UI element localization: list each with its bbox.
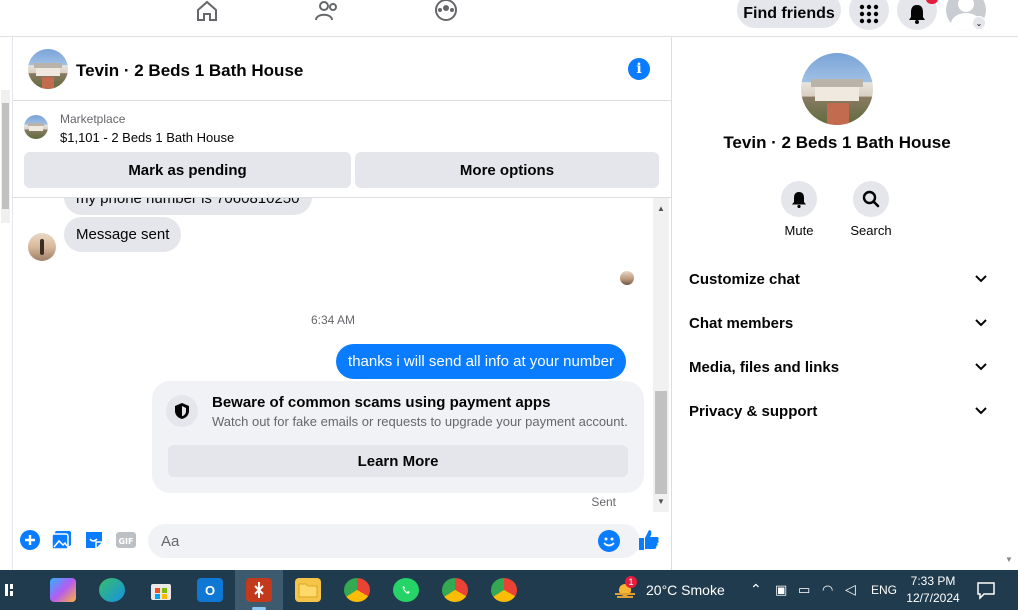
notification-center-icon[interactable] <box>976 580 996 603</box>
listing-thumbnail[interactable] <box>24 115 48 139</box>
home-icon[interactable] <box>194 0 220 22</box>
mute-label: Mute <box>784 223 814 238</box>
message-timestamp: 6:34 AM <box>310 313 356 327</box>
chevron-down-icon <box>975 405 987 417</box>
listing-price-title[interactable]: $1,101 - 2 Beds 1 Bath House <box>60 130 234 145</box>
panel-title: Tevin · 2 Beds 1 Bath House <box>723 133 951 152</box>
top-navigation-bar: Find friends ⌄ <box>0 0 1018 37</box>
scroll-down-arrow-icon[interactable]: ▼ <box>653 494 669 508</box>
wifi-icon[interactable]: ◠ <box>822 582 833 598</box>
clock-time: 7:33 PM <box>910 574 956 588</box>
mark-as-pending-button[interactable]: Mark as pending <box>24 152 351 188</box>
section-label: Privacy & support <box>689 402 818 420</box>
mute-action[interactable]: Mute <box>769 181 829 238</box>
media-files-links-section[interactable]: Media, files and links <box>689 347 987 387</box>
section-label: Customize chat <box>689 270 800 288</box>
marketplace-banner: Marketplace $1,101 - 2 Beds 1 Bath House… <box>13 102 671 198</box>
chevron-down-icon[interactable]: ⌄ <box>972 16 986 30</box>
left-gutter <box>0 37 13 570</box>
message-input[interactable]: Aa <box>148 524 640 558</box>
find-friends-button[interactable]: Find friends <box>737 0 841 28</box>
plus-icon[interactable] <box>19 529 41 551</box>
message-status: Sent <box>591 495 616 509</box>
system-clock[interactable]: 7:33 PM 12/7/2024 <box>898 573 968 607</box>
chrome-profile-2-icon[interactable] <box>491 578 517 602</box>
weather-badge: 1 <box>625 576 637 588</box>
sender-avatar[interactable] <box>28 233 56 261</box>
scam-warning-card: Beware of common scams using payment app… <box>152 381 644 493</box>
chat-title[interactable]: Tevin · 2 Beds 1 Bath House <box>76 61 303 81</box>
menu-grid-icon[interactable] <box>849 0 889 30</box>
copilot-icon[interactable] <box>50 578 76 602</box>
battery-icon[interactable]: ▭ <box>798 582 810 598</box>
chrome-profile-icon[interactable] <box>442 578 468 602</box>
whatsapp-icon[interactable] <box>393 578 419 602</box>
sticker-icon[interactable] <box>83 529 105 551</box>
windows-taskbar: O 1 20°C Smoke ⌃ ▣ ▭ ◠ ◁ ENG 7:33 PM 12/… <box>0 570 1018 610</box>
learn-more-button[interactable]: Learn More <box>168 445 628 477</box>
chevron-down-icon <box>975 361 987 373</box>
gif-icon[interactable]: GIF <box>115 529 137 551</box>
tool-app-icon[interactable] <box>246 578 272 602</box>
more-options-button[interactable]: More options <box>355 152 659 188</box>
store-icon[interactable] <box>148 578 174 602</box>
groups-icon[interactable] <box>433 0 459 22</box>
speaker-icon[interactable]: ◁ <box>845 581 856 598</box>
message-bubble-outgoing: thanks i will send all info at your numb… <box>336 344 626 379</box>
message-bubble-partial: my phone number is 7060810250 <box>64 198 312 215</box>
privacy-support-section[interactable]: Privacy & support <box>689 391 987 431</box>
left-scrollbar-thumb[interactable] <box>2 103 9 209</box>
edge-browser-icon[interactable] <box>99 578 125 602</box>
task-view-icon[interactable] <box>2 578 22 602</box>
section-label: Media, files and links <box>689 358 840 376</box>
notifications-bell-icon[interactable] <box>897 0 937 30</box>
chat-header: Tevin · 2 Beds 1 Bath House i <box>13 37 671 101</box>
chat-scrollbar[interactable]: ▲ ▼ <box>653 198 669 512</box>
chevron-down-icon <box>975 273 987 285</box>
message-list: my phone number is 7060810250 Message se… <box>13 198 653 512</box>
bell-icon[interactable] <box>781 181 817 217</box>
listing-profile-photo[interactable] <box>801 53 873 125</box>
search-label: Search <box>850 223 892 238</box>
svg-text:GIF: GIF <box>118 537 133 546</box>
scrollbar-thumb[interactable] <box>655 391 667 494</box>
scam-warning-text: Watch out for fake emails or requests to… <box>212 414 628 429</box>
page-scrollbar[interactable]: ▼ <box>1001 37 1018 570</box>
chevron-up-icon[interactable]: ⌃ <box>750 581 762 598</box>
file-explorer-icon[interactable] <box>295 578 321 602</box>
listing-avatar[interactable] <box>28 49 68 89</box>
scroll-up-arrow-icon[interactable]: ▲ <box>653 201 669 215</box>
message-bubble-incoming: Message sent <box>64 217 182 252</box>
read-receipt-avatar <box>620 271 634 285</box>
scam-warning-title: Beware of common scams using payment app… <box>212 394 551 411</box>
meet-now-icon[interactable]: ▣ <box>775 582 787 598</box>
thumbs-up-icon[interactable] <box>637 528 661 552</box>
chat-info-panel: Tevin · 2 Beds 1 Bath House Mute Search … <box>671 37 1001 570</box>
info-icon[interactable]: i <box>628 58 650 80</box>
chevron-down-icon <box>975 317 987 329</box>
photo-icon[interactable] <box>51 529 73 551</box>
search-action[interactable]: Search <box>841 181 901 238</box>
shield-icon <box>166 395 198 427</box>
emoji-icon[interactable] <box>598 530 620 552</box>
chat-members-section[interactable]: Chat members <box>689 303 987 343</box>
chrome-icon[interactable] <box>344 578 370 602</box>
friends-icon[interactable] <box>314 0 340 22</box>
scroll-down-arrow-icon[interactable]: ▼ <box>1005 555 1013 564</box>
clock-date: 12/7/2024 <box>906 591 960 605</box>
search-icon[interactable] <box>853 181 889 217</box>
weather-text[interactable]: 20°C Smoke <box>646 582 725 598</box>
message-composer: GIF Aa <box>13 517 671 565</box>
outlook-icon[interactable]: O <box>197 578 223 602</box>
customize-chat-section[interactable]: Customize chat <box>689 259 987 299</box>
language-indicator[interactable]: ENG <box>871 583 897 597</box>
chat-window: Tevin · 2 Beds 1 Bath House i Marketplac… <box>13 37 671 570</box>
section-label: Chat members <box>689 314 794 332</box>
marketplace-label: Marketplace <box>60 112 126 126</box>
